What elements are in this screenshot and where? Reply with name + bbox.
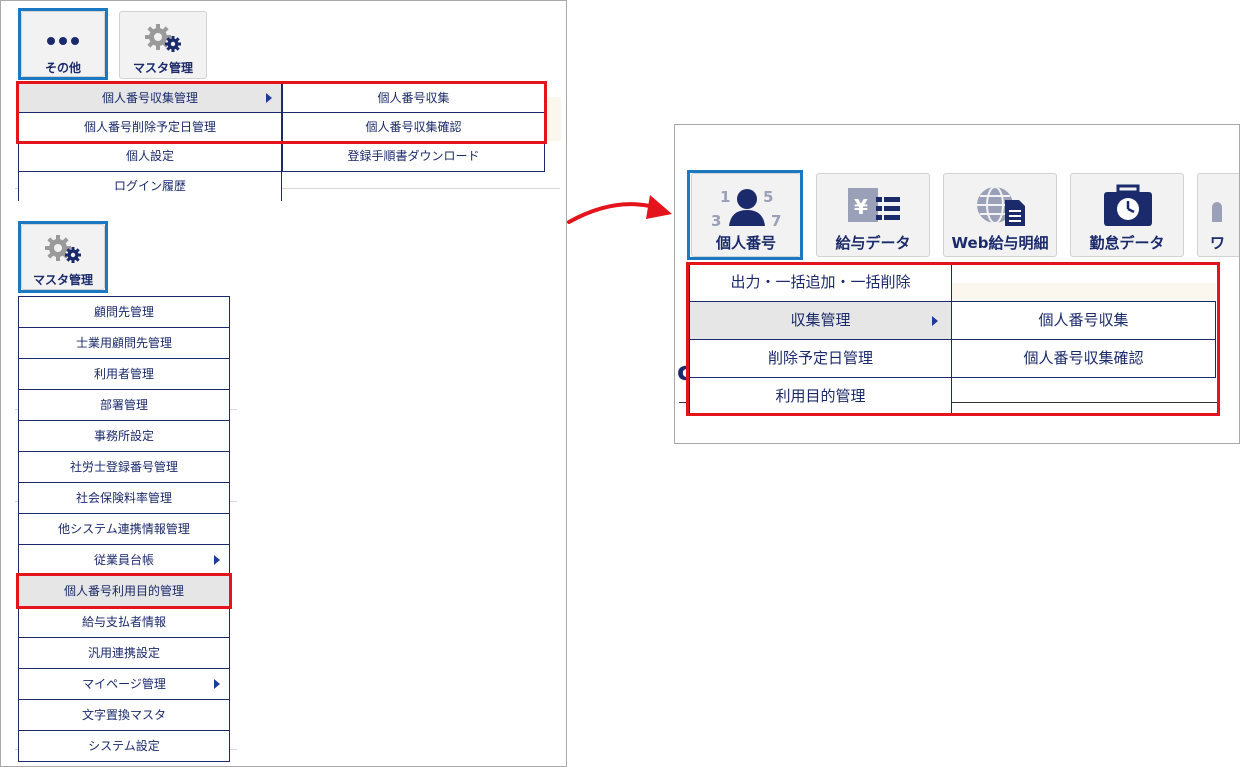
master-item-users[interactable]: 利用者管理: [18, 358, 230, 390]
master-item-office[interactable]: 事務所設定: [18, 420, 230, 452]
menu-item-label: 他システム連携情報管理: [58, 522, 190, 536]
toolbar-button-attendance[interactable]: 勤怠データ: [1070, 173, 1184, 257]
master-selected-outline: [18, 221, 108, 293]
menu-item-label: 給与支払者情報: [81, 615, 166, 629]
master-item-employee-ledger[interactable]: 従業員台帳: [18, 544, 230, 576]
highlight-box-menu: [686, 262, 1220, 416]
partial-icon: [1212, 202, 1222, 222]
menu-item-label: システム設定: [88, 739, 160, 753]
menu-item-label: 登録手順書ダウンロード: [347, 149, 480, 163]
menu-item-label: 汎用連携設定: [87, 646, 160, 660]
menu-item-label: マイページ管理: [82, 677, 166, 691]
master-item-mypage[interactable]: マイページ管理: [18, 668, 230, 700]
arrow-curve-icon: [567, 195, 672, 224]
master-item-system-settings[interactable]: システム設定: [18, 730, 230, 762]
master-item-insurance-rate[interactable]: 社会保険料率管理: [18, 482, 230, 514]
personal-number-selected-outline: [687, 170, 803, 260]
master-item-payer-info[interactable]: 給与支払者情報: [18, 606, 230, 638]
master-label: マスタ管理: [132, 61, 193, 75]
toolbar-label: 給与データ: [835, 234, 911, 252]
right-screenshot-panel: c 1 5 3 7 個人番号 ¥ 給与データ Web給与明細 勤怠データ ワ 出…: [674, 124, 1240, 444]
toolbar-button-partial[interactable]: ワ: [1197, 173, 1239, 257]
highlight-box-collection: [16, 81, 547, 144]
sono-ta-selected-outline: [18, 8, 108, 80]
menu-item-label: 顧問先管理: [93, 305, 154, 319]
menu-item-label: 個人設定: [125, 149, 174, 163]
toolbar-button-salary-data[interactable]: ¥ 給与データ: [816, 173, 930, 257]
toolbar-label: ワ: [1210, 234, 1226, 252]
menu-item-label: 部署管理: [99, 398, 148, 412]
menu-item-label: 士業用顧問先管理: [75, 336, 172, 350]
yen-list-icon: ¥: [848, 188, 900, 222]
menu-item-label: 社労士登録番号管理: [69, 460, 178, 474]
highlight-box-purpose: [16, 573, 232, 609]
toolbar-button-web-payslip[interactable]: Web給与明細: [943, 173, 1057, 257]
menu-item-login-history[interactable]: ログイン履歴: [18, 171, 282, 201]
menu-item-label: ログイン履歴: [113, 179, 186, 193]
menu-item-label: 文字置換マスタ: [81, 708, 166, 722]
menu-item-personal-settings[interactable]: 個人設定: [18, 141, 282, 172]
gear-icon: [145, 24, 181, 52]
master-item-pro-client[interactable]: 士業用顧問先管理: [18, 327, 230, 359]
master-item-sharoushi-number[interactable]: 社労士登録番号管理: [18, 451, 230, 483]
toolbar-label: Web給与明細: [951, 234, 1049, 252]
submenu-chevron-icon: [214, 679, 220, 689]
master-button-top[interactable]: マスタ管理: [119, 11, 207, 79]
submenu-item-manual-download[interactable]: 登録手順書ダウンロード: [282, 141, 545, 172]
toolbar-label: 勤怠データ: [1089, 234, 1165, 252]
globe-doc-icon: [977, 186, 1025, 226]
master-item-generic-link[interactable]: 汎用連携設定: [18, 637, 230, 669]
clock-case-icon: [1104, 184, 1152, 226]
menu-item-label: 社会保険料率管理: [75, 491, 172, 505]
yen-glyph: ¥: [854, 195, 868, 219]
menu-item-label: 事務所設定: [93, 429, 154, 443]
master-item-char-replace[interactable]: 文字置換マスタ: [18, 699, 230, 731]
menu-item-label: 利用者管理: [93, 367, 154, 381]
menu-item-label: 従業員台帳: [93, 553, 154, 567]
submenu-chevron-icon: [214, 555, 220, 565]
master-item-departments[interactable]: 部署管理: [18, 389, 230, 421]
master-item-client[interactable]: 顧問先管理: [18, 296, 230, 328]
master-item-external-system[interactable]: 他システム連携情報管理: [18, 513, 230, 545]
left-screenshot-panel: その他 マスタ管理 個人番号収集管理 個人番号削除予定日管理 個人設定 ログイン…: [0, 0, 567, 767]
